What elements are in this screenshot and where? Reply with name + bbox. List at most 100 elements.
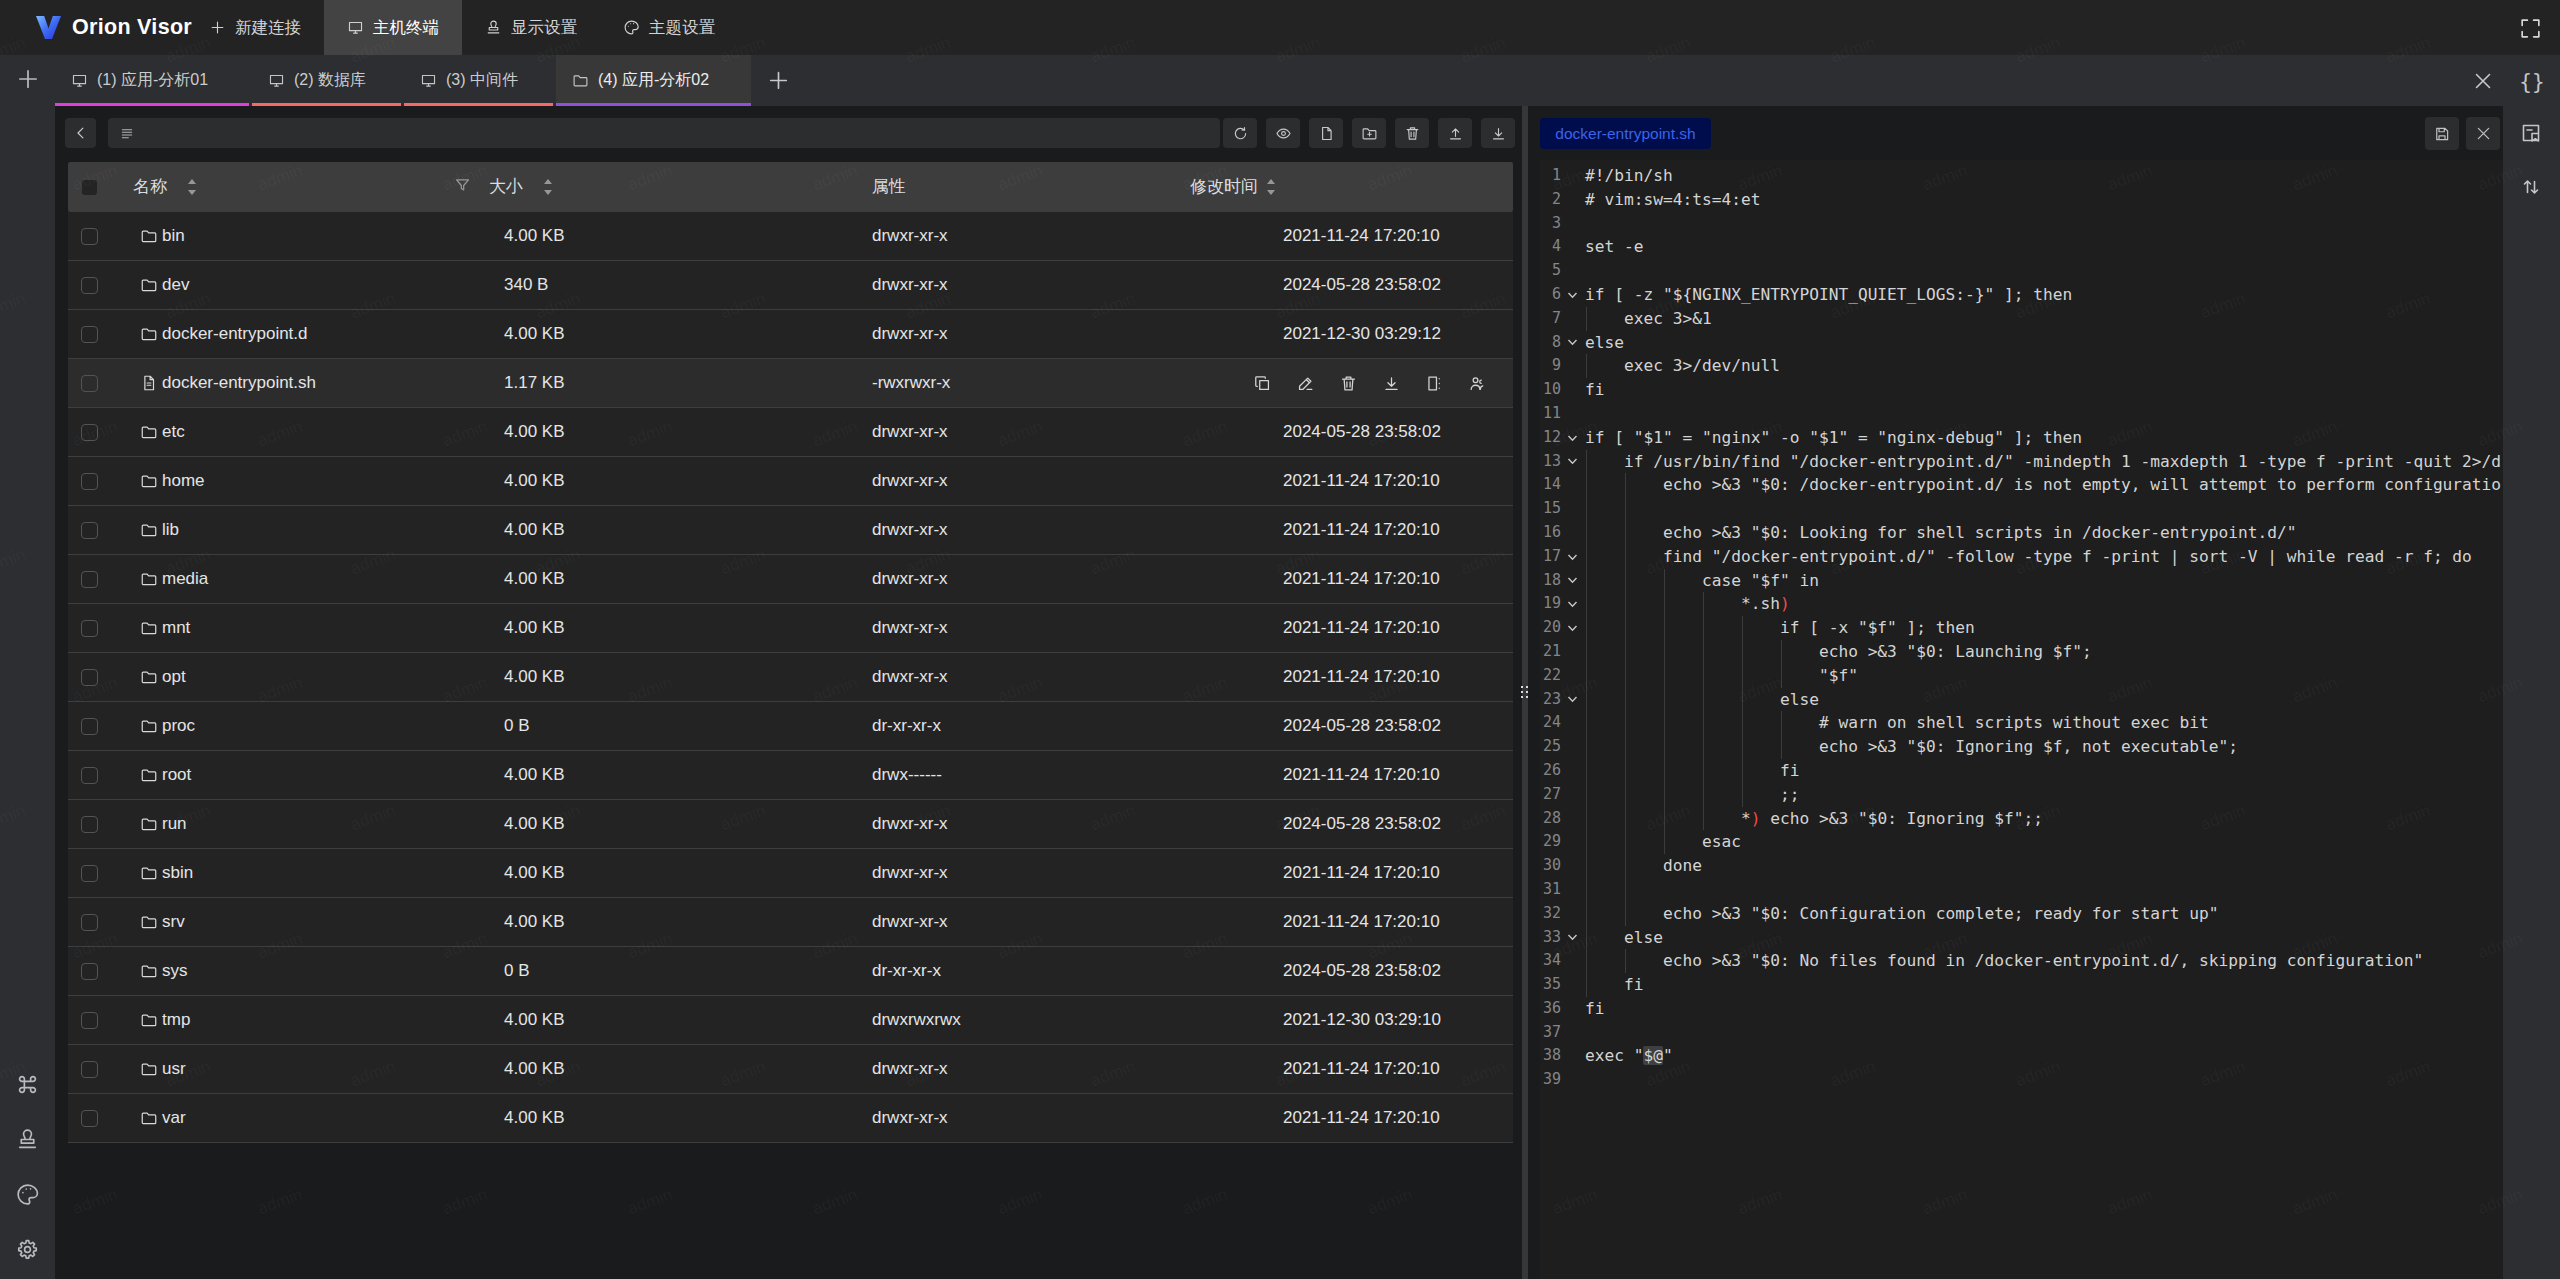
fold-chevron-icon[interactable] — [1566, 283, 1582, 307]
file-name[interactable]: lib — [162, 506, 179, 554]
file-name[interactable]: docker-entrypoint.sh — [162, 359, 316, 407]
upload-button[interactable] — [1438, 118, 1472, 148]
file-row-docker-entrypoint.sh[interactable]: docker-entrypoint.sh1.17 KB-rwxrwxr-x — [68, 359, 1513, 408]
file-row-dev[interactable]: dev340 Bdrwxr-xr-x2024-05-28 23:58:02 — [68, 261, 1513, 310]
select-all-checkbox[interactable] — [82, 180, 97, 195]
row-checkbox[interactable] — [81, 473, 98, 490]
braces-icon[interactable]: {} — [2519, 69, 2545, 95]
rail-gear-icon[interactable] — [15, 1237, 41, 1263]
file-name[interactable]: run — [162, 800, 187, 848]
file-name[interactable]: mnt — [162, 604, 190, 652]
file-name[interactable]: dev — [162, 261, 189, 309]
file-row-proc[interactable]: proc0 Bdr-xr-xr-x2024-05-28 23:58:02 — [68, 702, 1513, 751]
file-name[interactable]: proc — [162, 702, 195, 750]
fold-chevron-icon[interactable] — [1566, 688, 1582, 712]
file-row-sys[interactable]: sys0 Bdr-xr-xr-x2024-05-28 23:58:02 — [68, 947, 1513, 996]
row-checkbox[interactable] — [81, 669, 98, 686]
menu-item-theme-settings[interactable]: 主题设置 — [600, 0, 738, 55]
file-new-button[interactable] — [1309, 118, 1343, 148]
fold-chevron-icon[interactable] — [1566, 592, 1582, 616]
back-button[interactable] — [65, 118, 96, 148]
file-name[interactable]: usr — [162, 1045, 186, 1093]
row-checkbox[interactable] — [81, 963, 98, 980]
file-name[interactable]: bin — [162, 212, 185, 260]
rail-stamp-icon[interactable] — [15, 1127, 41, 1153]
terminal-tab-1[interactable]: (1) 应用-分析01 — [55, 55, 249, 106]
save-button[interactable] — [2425, 117, 2459, 150]
path-input[interactable] — [108, 118, 1220, 148]
refresh-button[interactable] — [1223, 118, 1257, 148]
file-name[interactable]: sbin — [162, 849, 193, 897]
file-name[interactable]: srv — [162, 898, 185, 946]
column-header-2[interactable]: 大小 — [489, 162, 523, 212]
row-action-copy-icon[interactable] — [1253, 374, 1272, 393]
terminal-tab-3[interactable]: (3) 中间件 — [404, 55, 553, 106]
terminal-tab-4[interactable]: (4) 应用-分析02 — [556, 55, 751, 106]
sort-icon[interactable] — [1266, 179, 1276, 199]
file-name[interactable]: opt — [162, 653, 186, 701]
row-checkbox[interactable] — [81, 228, 98, 245]
fullscreen-icon[interactable] — [2518, 16, 2544, 42]
close-all-tabs-icon[interactable] — [2471, 69, 2495, 93]
column-header-3[interactable]: 属性 — [872, 162, 906, 212]
sort-icon[interactable] — [543, 179, 553, 199]
row-checkbox[interactable] — [81, 620, 98, 637]
row-action-permission-icon[interactable] — [1468, 374, 1487, 393]
row-checkbox[interactable] — [81, 1012, 98, 1029]
row-checkbox[interactable] — [81, 375, 98, 392]
file-row-mnt[interactable]: mnt4.00 KBdrwxr-xr-x2021-11-24 17:20:10 — [68, 604, 1513, 653]
file-row-var[interactable]: var4.00 KBdrwxr-xr-x2021-11-24 17:20:10 — [68, 1094, 1513, 1143]
file-name[interactable]: media — [162, 555, 208, 603]
add-tab-icon[interactable] — [766, 68, 791, 93]
doc-bookmark-icon[interactable] — [2519, 121, 2545, 147]
file-row-home[interactable]: home4.00 KBdrwxr-xr-x2021-11-24 17:20:10 — [68, 457, 1513, 506]
file-row-root[interactable]: root4.00 KBdrwx------2021-11-24 17:20:10 — [68, 751, 1513, 800]
trash-button[interactable] — [1395, 118, 1429, 148]
file-row-tmp[interactable]: tmp4.00 KBdrwxrwxrwx2021-12-30 03:29:10 — [68, 996, 1513, 1045]
new-connection-icon[interactable] — [15, 66, 41, 92]
close-editor-button[interactable] — [2466, 117, 2500, 150]
row-checkbox[interactable] — [81, 1061, 98, 1078]
fold-chevron-icon[interactable] — [1566, 926, 1582, 950]
file-row-media[interactable]: media4.00 KBdrwxr-xr-x2021-11-24 17:20:1… — [68, 555, 1513, 604]
file-name[interactable]: sys — [162, 947, 188, 995]
row-checkbox[interactable] — [81, 865, 98, 882]
row-action-download-icon[interactable] — [1382, 374, 1401, 393]
terminal-tab-2[interactable]: (2) 数据库 — [252, 55, 401, 106]
row-checkbox[interactable] — [81, 816, 98, 833]
splitter-handle[interactable] — [1521, 686, 1529, 706]
file-row-run[interactable]: run4.00 KBdrwxr-xr-x2024-05-28 23:58:02 — [68, 800, 1513, 849]
file-name[interactable]: root — [162, 751, 191, 799]
rail-command-icon[interactable] — [15, 1072, 41, 1098]
fold-chevron-icon[interactable] — [1566, 426, 1582, 450]
column-header-4[interactable]: 修改时间 — [1190, 162, 1258, 212]
filter-icon[interactable] — [453, 176, 472, 199]
file-name[interactable]: etc — [162, 408, 185, 456]
menu-item-host-terminal[interactable]: 主机终端 — [324, 0, 462, 55]
file-name[interactable]: docker-entrypoint.d — [162, 310, 308, 358]
file-name[interactable]: tmp — [162, 996, 190, 1044]
fold-chevron-icon[interactable] — [1566, 545, 1582, 569]
sort-icon[interactable] — [187, 179, 197, 199]
file-row-lib[interactable]: lib4.00 KBdrwxr-xr-x2021-11-24 17:20:10 — [68, 506, 1513, 555]
row-checkbox[interactable] — [81, 1110, 98, 1127]
row-checkbox[interactable] — [81, 326, 98, 343]
row-action-move-icon[interactable] — [1425, 374, 1444, 393]
eye-button[interactable] — [1266, 118, 1300, 148]
fold-chevron-icon[interactable] — [1566, 450, 1582, 474]
code-area[interactable]: 1#!/bin/sh2# vim:sw=4:ts=4:et34set -e56i… — [1540, 160, 2503, 1279]
fold-chevron-icon[interactable] — [1566, 616, 1582, 640]
row-checkbox[interactable] — [81, 522, 98, 539]
download-button[interactable] — [1481, 118, 1515, 148]
row-action-trash-icon[interactable] — [1339, 374, 1358, 393]
row-checkbox[interactable] — [81, 424, 98, 441]
row-checkbox[interactable] — [81, 277, 98, 294]
menu-item-display-settings[interactable]: 显示设置 — [462, 0, 600, 55]
sort-updown-icon[interactable] — [2519, 175, 2545, 201]
file-name[interactable]: var — [162, 1094, 186, 1142]
row-checkbox[interactable] — [81, 718, 98, 735]
file-name[interactable]: home — [162, 457, 205, 505]
file-row-etc[interactable]: etc4.00 KBdrwxr-xr-x2024-05-28 23:58:02 — [68, 408, 1513, 457]
row-checkbox[interactable] — [81, 914, 98, 931]
row-action-edit-icon[interactable] — [1296, 374, 1315, 393]
